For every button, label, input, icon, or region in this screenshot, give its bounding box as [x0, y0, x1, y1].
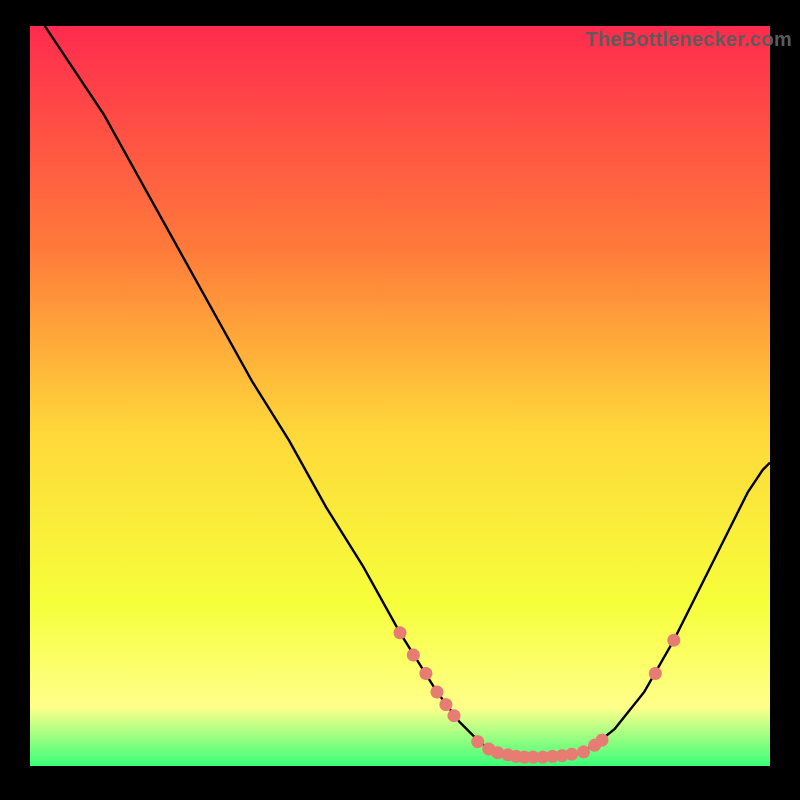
curve-marker [419, 667, 432, 680]
chart-svg [30, 26, 770, 766]
watermark-text: TheBottlenecker.com [586, 29, 792, 52]
curve-marker [667, 634, 680, 647]
curve-marker [577, 745, 590, 758]
curve-marker [439, 698, 452, 711]
curve-marker [471, 735, 484, 748]
chart-plot-area [30, 26, 770, 766]
curve-marker [649, 667, 662, 680]
chart-background-gradient [30, 26, 770, 766]
curve-marker [407, 649, 420, 662]
curve-marker [394, 626, 407, 639]
curve-marker [596, 734, 609, 747]
curve-marker [448, 709, 461, 722]
curve-marker [565, 748, 578, 761]
curve-marker [431, 686, 444, 699]
